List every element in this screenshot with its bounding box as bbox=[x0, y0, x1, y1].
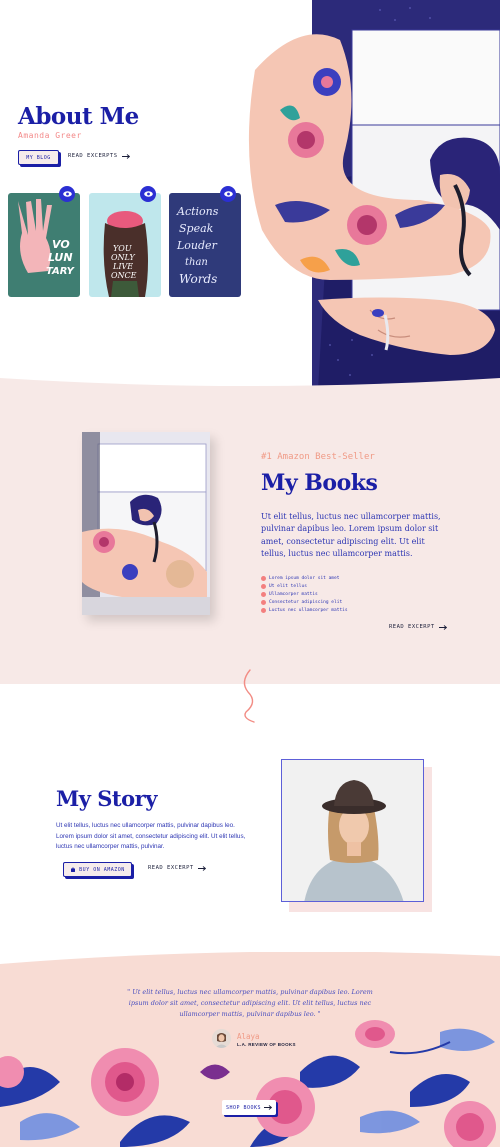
avatar bbox=[212, 1029, 231, 1048]
shop-books-button[interactable]: SHOP BOOKS bbox=[222, 1100, 276, 1115]
books-kicker: #1 Amazon Best-Seller bbox=[261, 452, 375, 462]
read-excerpt-label: READ EXCERPT bbox=[389, 624, 435, 630]
view-book-button[interactable] bbox=[140, 186, 156, 202]
svg-text:Louder: Louder bbox=[176, 239, 218, 252]
svg-text:LIVE: LIVE bbox=[112, 262, 133, 271]
author-photo bbox=[281, 759, 424, 902]
reviewer-source: L.A. REVIEW OF BOOKS bbox=[237, 1042, 296, 1047]
featured-book-art bbox=[82, 432, 210, 615]
reviewer-avatar bbox=[212, 1029, 231, 1048]
svg-text:LUN: LUN bbox=[48, 251, 73, 264]
featured-book-cover[interactable] bbox=[82, 432, 210, 615]
testimonial-section bbox=[0, 952, 500, 1147]
books-description: Ut elit tellus, luctus nec ullamcorper m… bbox=[261, 512, 441, 558]
list-item: Luctus nec ullamcorper mattis bbox=[261, 607, 348, 615]
view-book-button[interactable] bbox=[220, 186, 236, 202]
shop-books-label: SHOP BOOKS bbox=[225, 1104, 262, 1111]
arrow-right-icon bbox=[264, 1105, 273, 1110]
list-item: Ullamcorper mattis bbox=[261, 590, 348, 598]
books-feature-list: Lorem ipsum dolor sit amet Ut elit tellu… bbox=[261, 574, 348, 615]
book-cover-art: Actions Speak Louder than Words bbox=[176, 205, 219, 286]
eye-icon bbox=[223, 191, 233, 197]
view-book-button[interactable] bbox=[59, 186, 75, 202]
list-item: Lorem ipsum dolor sit amet bbox=[261, 574, 348, 582]
books-read-excerpt-link[interactable]: READ EXCERPT bbox=[389, 624, 447, 630]
book-card-actions-speak-louder[interactable]: Actions Speak Louder than Words bbox=[169, 193, 241, 297]
author-name: Amanda Greer bbox=[18, 131, 82, 140]
svg-text:Speak: Speak bbox=[179, 222, 214, 235]
page-title: About Me bbox=[18, 103, 139, 130]
arrow-right-icon bbox=[197, 865, 206, 871]
book-card-voluntary[interactable]: VO LUN TARY bbox=[8, 193, 80, 297]
story-read-excerpt-link[interactable]: READ EXCERPT bbox=[148, 865, 206, 871]
my-blog-button[interactable]: MY BLOG bbox=[18, 150, 59, 165]
cart-icon bbox=[71, 866, 76, 872]
bullet-icon bbox=[261, 575, 266, 581]
svg-text:Actions: Actions bbox=[176, 205, 219, 218]
arrow-right-icon bbox=[438, 624, 447, 630]
buy-on-amazon-button[interactable]: BUY ON AMAZON bbox=[63, 862, 132, 877]
read-excerpt-label: READ EXCERPT bbox=[148, 865, 194, 871]
svg-text:Words: Words bbox=[179, 272, 217, 286]
read-excerpts-label: READ EXCERPTS bbox=[68, 153, 118, 159]
list-item: Consectetur adipiscing elit bbox=[261, 599, 348, 607]
my-blog-label: MY BLOG bbox=[26, 154, 51, 161]
svg-text:VO: VO bbox=[52, 238, 70, 251]
wave-divider bbox=[0, 378, 500, 392]
bullet-icon bbox=[261, 591, 266, 597]
books-title: My Books bbox=[261, 470, 378, 496]
svg-text:ONLY: ONLY bbox=[111, 253, 135, 262]
bullet-icon bbox=[261, 608, 266, 614]
read-excerpts-link[interactable]: READ EXCERPTS bbox=[68, 153, 130, 159]
story-description: Ut elit tellus, luctus nec ullamcorper m… bbox=[56, 822, 246, 851]
wave-divider bbox=[0, 952, 500, 964]
eye-icon bbox=[62, 191, 72, 197]
svg-text:YOU: YOU bbox=[113, 244, 132, 253]
arrow-right-icon bbox=[121, 153, 130, 159]
eye-icon bbox=[143, 191, 153, 197]
svg-text:TARY: TARY bbox=[46, 266, 76, 277]
hero-section: About Me Amanda Greer MY BLOG READ EXCER… bbox=[0, 0, 500, 390]
book-card-you-only-live-once[interactable]: YOU ONLY LIVE ONCE bbox=[89, 193, 161, 297]
bullet-icon bbox=[261, 600, 266, 606]
list-item: Ut elit tellus bbox=[261, 582, 348, 590]
book-cover-art: YOU ONLY LIVE ONCE bbox=[103, 211, 148, 297]
testimonial-quote: " Ut elit tellus, luctus nec ullamcorper… bbox=[127, 988, 373, 1019]
svg-text:ONCE: ONCE bbox=[111, 271, 137, 280]
squiggle-divider bbox=[243, 669, 255, 723]
reviewer-name: Alaya bbox=[237, 1032, 260, 1041]
story-title: My Story bbox=[56, 786, 157, 811]
bullet-icon bbox=[261, 583, 266, 589]
svg-text:than: than bbox=[185, 257, 208, 268]
author-portrait bbox=[282, 760, 423, 901]
buy-on-amazon-label: BUY ON AMAZON bbox=[79, 866, 125, 873]
book-cover-art: VO LUN TARY bbox=[18, 199, 76, 277]
